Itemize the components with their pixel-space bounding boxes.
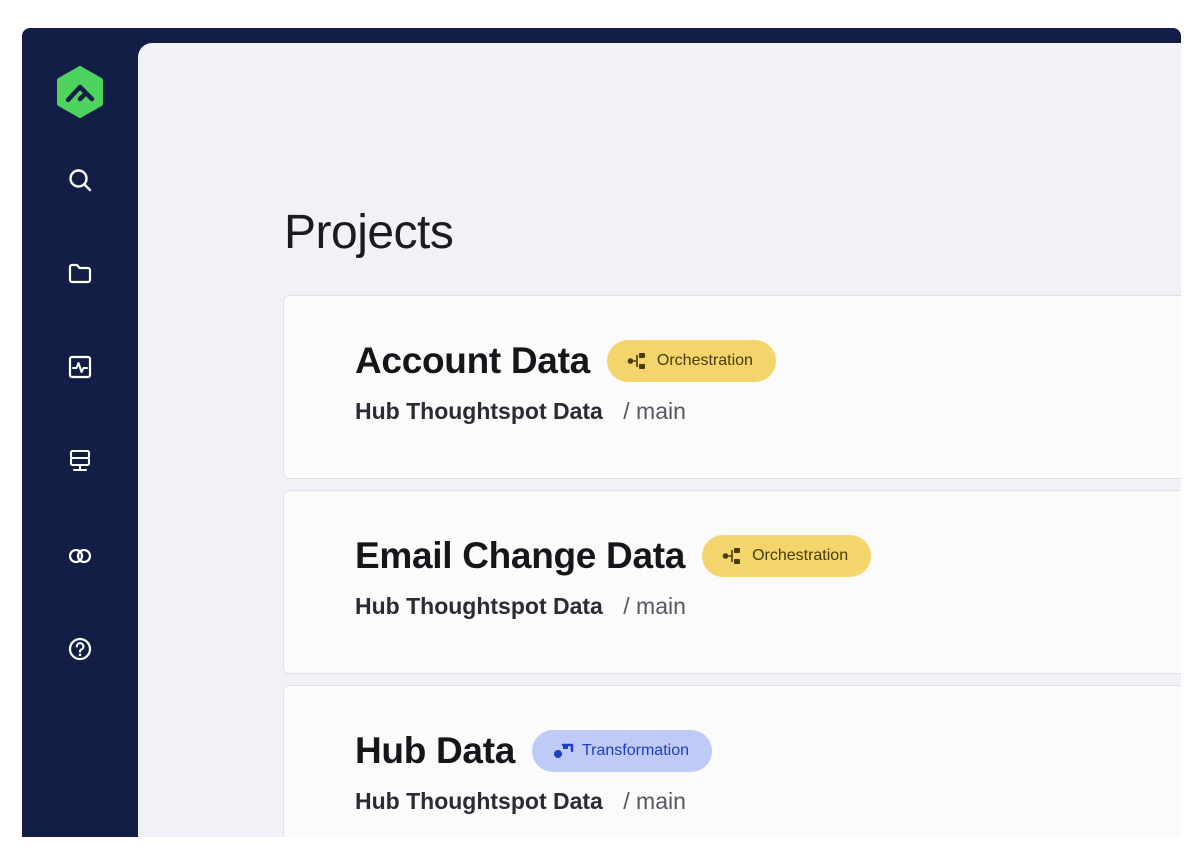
badge-label: Transformation [582,742,689,759]
project-title: Hub Data [355,730,515,771]
orchestration-icon [627,353,645,369]
sidebar-item-integrations[interactable] [62,538,98,574]
main-content: Projects Account Data Orchestration Hub … [138,43,1181,837]
orchestration-icon [722,548,741,564]
integrations-icon [68,548,92,564]
project-name: Hub Thoughtspot Data [355,788,603,814]
project-card[interactable]: Email Change Data Orchestration Hub Thou… [283,490,1181,674]
sidebar-item-projects[interactable] [62,255,98,291]
project-title: Email Change Data [355,535,686,576]
badge-label: Orchestration [656,352,753,369]
branch-name: main [636,593,686,619]
project-card[interactable]: Account Data Orchestration Hub Thoughtsp… [283,295,1181,479]
sidebar-item-search[interactable] [62,162,98,198]
type-badge: Orchestration [702,535,872,577]
project-card[interactable]: Hub Data Transformation Hub Thoughtspot … [283,685,1181,837]
project-title: Account Data [355,340,590,381]
sidebar-item-activity[interactable] [62,349,98,385]
transformation-icon [554,743,574,758]
path-separator: / [623,788,630,814]
sidebar [22,28,138,837]
sidebar-item-environments[interactable] [62,443,98,479]
folder-icon [68,263,92,284]
help-circle-icon [68,637,92,661]
badge-label: Orchestration [752,547,849,564]
path-separator: / [623,593,630,619]
activity-monitor-icon [68,355,92,379]
app-window: Projects Account Data Orchestration Hub … [22,28,1181,837]
matillion-logo-icon[interactable] [56,66,104,118]
type-badge: Orchestration [606,340,776,382]
search-icon [69,169,92,192]
sidebar-item-help[interactable] [62,631,98,667]
project-name: Hub Thoughtspot Data [355,398,603,424]
project-name: Hub Thoughtspot Data [355,593,603,619]
server-icon [69,449,91,472]
page-title: Projects [284,206,454,259]
type-badge: Transformation [532,730,712,772]
path-separator: / [623,398,630,424]
branch-name: main [636,788,686,814]
branch-name: main [636,398,686,424]
